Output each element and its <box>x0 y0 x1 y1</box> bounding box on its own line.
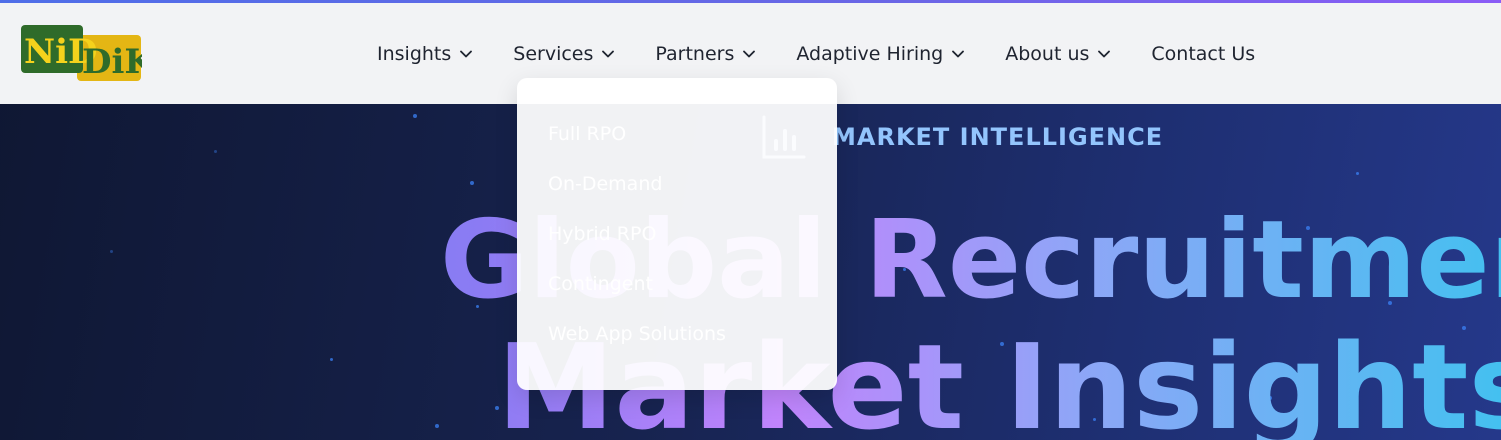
particle-dot <box>1356 172 1359 175</box>
particle-dot <box>214 150 217 153</box>
chevron-down-icon <box>743 50 756 57</box>
chevron-down-icon <box>460 50 473 57</box>
nav-services-label: Services <box>513 42 594 65</box>
particle-dot <box>470 181 474 185</box>
dropdown-item-web-app-solutions[interactable]: Web App Solutions <box>548 323 726 345</box>
hero-eyebrow-text: MARKET INTELLIGENCE <box>832 123 1164 151</box>
dropdown-item-full-rpo[interactable]: Full RPO <box>548 123 626 145</box>
nav-partners-label: Partners <box>655 42 735 65</box>
nav-about-us-label: About us <box>1005 42 1090 65</box>
particle-dot <box>413 114 417 118</box>
top-accent-bar <box>0 0 1501 3</box>
dropdown-item-on-demand[interactable]: On-Demand <box>548 173 662 195</box>
nav-insights-label: Insights <box>377 42 452 65</box>
nav-contact-us-label: Contact Us <box>1151 42 1256 65</box>
dropdown-item-hybrid-rpo[interactable]: Hybrid RPO <box>548 223 656 245</box>
chevron-down-icon <box>1098 50 1111 57</box>
nav-about-us[interactable]: About us <box>1005 42 1111 65</box>
services-dropdown-menu: Full RPO On-Demand Hybrid RPO Contingent… <box>517 78 837 390</box>
chevron-down-icon <box>602 50 615 57</box>
chevron-down-icon <box>952 50 965 57</box>
nav-partners[interactable]: Partners <box>655 42 756 65</box>
nav-adaptive-hiring-label: Adaptive Hiring <box>796 42 944 65</box>
svg-text:DiK: DiK <box>82 42 142 82</box>
dropdown-item-contingent[interactable]: Contingent <box>548 273 653 295</box>
nav-contact-us[interactable]: Contact Us <box>1151 43 1255 65</box>
nav-services[interactable]: Services <box>513 42 615 65</box>
nav-adaptive-hiring[interactable]: Adaptive Hiring <box>796 42 965 65</box>
nav-insights[interactable]: Insights <box>377 42 473 65</box>
niddik-logo[interactable]: NiD DiK <box>20 23 142 83</box>
